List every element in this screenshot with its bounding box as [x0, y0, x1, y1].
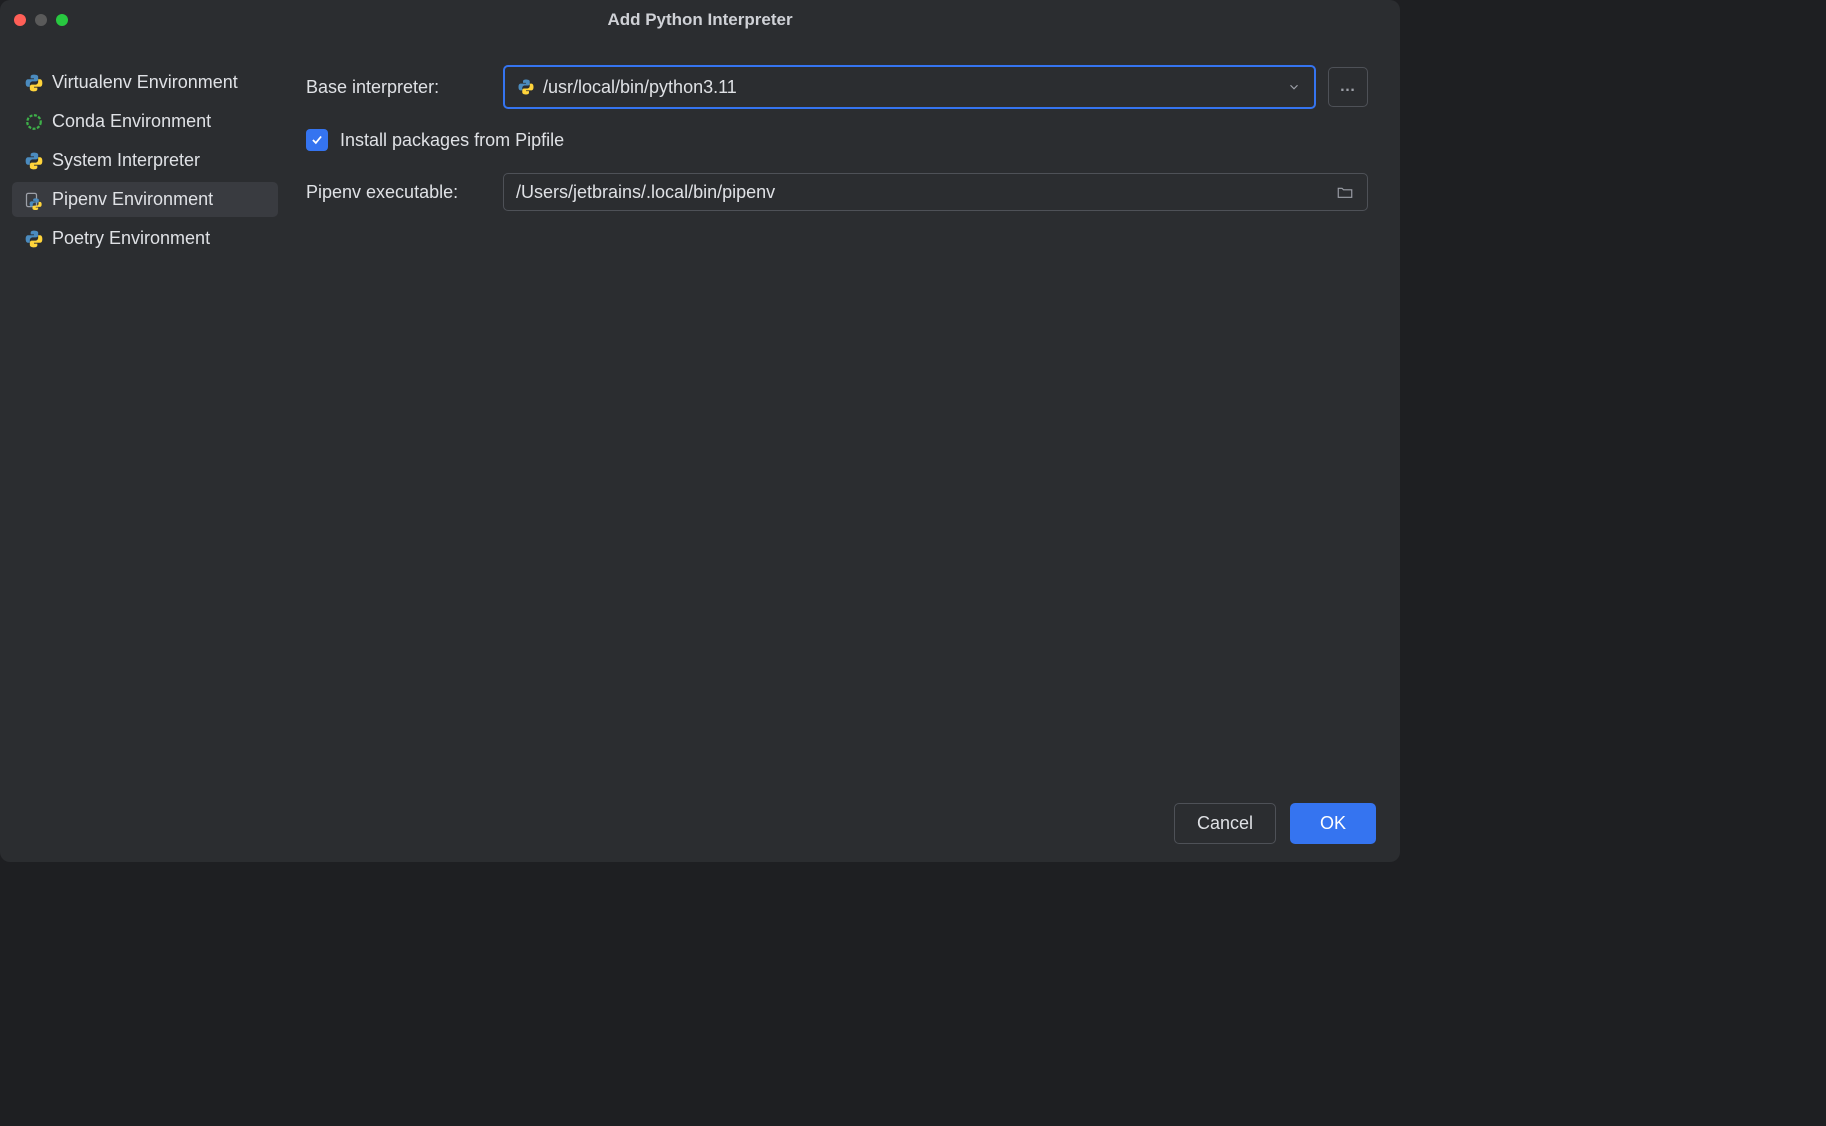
sidebar-item-label: System Interpreter: [52, 150, 200, 171]
folder-icon[interactable]: [1335, 182, 1355, 202]
pipenv-executable-label: Pipenv executable:: [306, 182, 491, 203]
sidebar-item-label: Conda Environment: [52, 111, 211, 132]
titlebar: Add Python Interpreter: [0, 0, 1400, 40]
ok-button[interactable]: OK: [1290, 803, 1376, 844]
minimize-window-button[interactable]: [35, 14, 47, 26]
ellipsis-icon: …: [1340, 78, 1357, 96]
sidebar-item-conda[interactable]: Conda Environment: [12, 104, 278, 139]
pipenv-executable-input[interactable]: [503, 173, 1368, 211]
checkmark-icon: [310, 133, 324, 147]
base-interpreter-row: Base interpreter: /usr/local/bin/python3…: [306, 65, 1368, 109]
pipenv-icon: [24, 190, 44, 210]
dialog-footer: Cancel OK: [0, 785, 1400, 862]
sidebar-item-pipenv[interactable]: Pipenv Environment: [12, 182, 278, 217]
sidebar-item-label: Poetry Environment: [52, 228, 210, 249]
conda-icon: [24, 112, 44, 132]
base-interpreter-value: /usr/local/bin/python3.11: [543, 77, 1286, 98]
base-interpreter-label: Base interpreter:: [306, 77, 491, 98]
dialog-content: Virtualenv Environment Conda Environment: [0, 40, 1400, 785]
install-packages-checkbox[interactable]: [306, 129, 328, 151]
pipenv-executable-value[interactable]: [516, 182, 1335, 203]
python-icon: [24, 229, 44, 249]
install-packages-row: Install packages from Pipfile: [306, 129, 1368, 151]
dialog-title: Add Python Interpreter: [607, 10, 792, 30]
maximize-window-button[interactable]: [56, 14, 68, 26]
sidebar: Virtualenv Environment Conda Environment: [0, 40, 290, 785]
sidebar-item-poetry[interactable]: Poetry Environment: [12, 221, 278, 256]
main-panel: Base interpreter: /usr/local/bin/python3…: [290, 40, 1400, 785]
cancel-button[interactable]: Cancel: [1174, 803, 1276, 844]
python-icon: [24, 151, 44, 171]
python-icon: [517, 78, 535, 96]
sidebar-item-virtualenv[interactable]: Virtualenv Environment: [12, 65, 278, 100]
window-controls: [14, 14, 68, 26]
browse-interpreter-button[interactable]: …: [1328, 67, 1368, 107]
sidebar-item-label: Pipenv Environment: [52, 189, 213, 210]
sidebar-item-system[interactable]: System Interpreter: [12, 143, 278, 178]
base-interpreter-dropdown[interactable]: /usr/local/bin/python3.11: [503, 65, 1316, 109]
install-packages-label: Install packages from Pipfile: [340, 130, 564, 151]
sidebar-item-label: Virtualenv Environment: [52, 72, 238, 93]
close-window-button[interactable]: [14, 14, 26, 26]
pipenv-executable-row: Pipenv executable:: [306, 173, 1368, 211]
python-icon: [24, 73, 44, 93]
dialog-window: Add Python Interpreter Virtualenv Enviro…: [0, 0, 1400, 862]
chevron-down-icon: [1286, 79, 1302, 95]
